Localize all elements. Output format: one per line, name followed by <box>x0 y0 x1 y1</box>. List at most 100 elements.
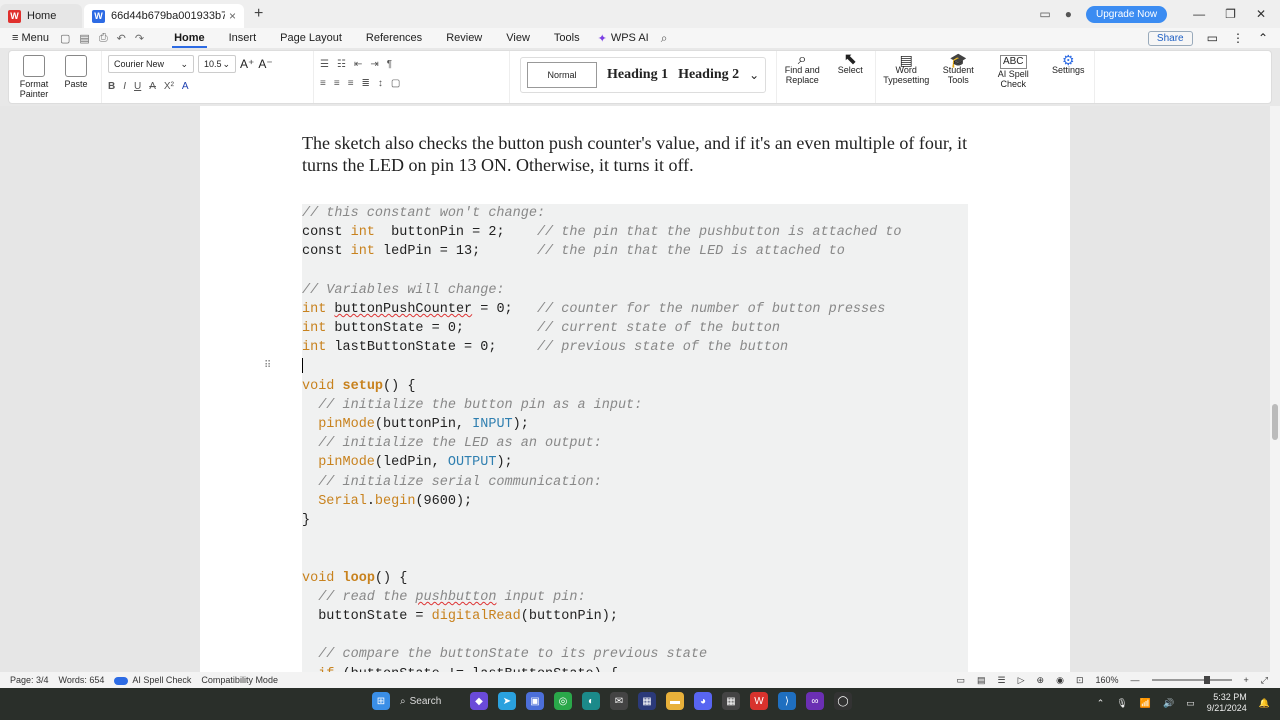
indent-increase-icon[interactable]: ⇥ <box>370 59 378 70</box>
document-area[interactable]: The sketch also checks the button push c… <box>0 106 1270 672</box>
open-icon[interactable]: ▢ <box>60 32 70 45</box>
zoom-slider[interactable] <box>1151 676 1232 684</box>
restore-icon[interactable]: ❐ <box>1225 7 1236 21</box>
print-layout-icon[interactable]: ▤ <box>977 675 986 686</box>
align-left-icon[interactable]: ≡ <box>320 78 326 89</box>
chrome-icon[interactable]: ◎ <box>554 692 572 710</box>
more-icon[interactable]: ⋮ <box>1232 31 1244 45</box>
page-indicator[interactable]: Page: 3/4 <box>10 675 49 685</box>
italic-icon[interactable]: I <box>123 81 126 92</box>
tab-tools[interactable]: Tools <box>542 28 592 48</box>
undo-icon[interactable]: ↶ <box>117 32 126 45</box>
style-normal[interactable]: Normal <box>527 62 597 88</box>
ai-spell-check-button[interactable]: ABC AI Spell Check <box>986 55 1040 89</box>
ai-spell-toggle[interactable]: AI Spell Check <box>114 675 191 685</box>
chevron-down-icon[interactable]: ⌄ <box>749 68 759 82</box>
microphone-icon[interactable]: 🎙 <box>1116 698 1127 709</box>
numbering-icon[interactable]: ☷ <box>337 59 346 70</box>
word-count[interactable]: Words: 654 <box>59 675 105 685</box>
vscode-icon[interactable]: ⟩ <box>778 692 796 710</box>
vertical-scrollbar[interactable] <box>1270 106 1280 672</box>
body-paragraph[interactable]: The sketch also checks the button push c… <box>302 132 974 176</box>
style-heading-1[interactable]: Heading 1 <box>607 67 668 83</box>
messenger-icon[interactable]: ✉ <box>610 692 628 710</box>
find-replace-button[interactable]: ⌕ Find and Replace <box>783 52 821 86</box>
folder-icon[interactable]: ▬ <box>666 692 684 710</box>
zoom-level[interactable]: 160% <box>1096 675 1119 685</box>
zoom-in-icon[interactable]: + <box>1244 675 1249 685</box>
font-name-select[interactable]: Courier New ⌄ <box>108 55 194 73</box>
battery-icon[interactable]: ▭ <box>1186 698 1195 709</box>
justify-icon[interactable]: ≣ <box>362 78 370 89</box>
redo-icon[interactable]: ↷ <box>135 32 144 45</box>
font-size-select[interactable]: 10.5 ⌄ <box>198 55 236 73</box>
volume-icon[interactable]: 🔊 <box>1163 698 1174 709</box>
tab-home[interactable]: W Home <box>0 4 82 28</box>
tab-home-ribbon[interactable]: Home <box>162 28 217 48</box>
strikethrough-icon[interactable]: A <box>149 81 156 92</box>
tab-page-layout[interactable]: Page Layout <box>268 28 354 48</box>
play-icon[interactable]: ▷ <box>1018 675 1025 686</box>
fit-page-icon[interactable]: ⊡ <box>1076 675 1084 686</box>
chevron-up-icon[interactable]: ⌃ <box>1097 698 1105 709</box>
border-icon[interactable]: ▢ <box>391 78 400 89</box>
tab-review[interactable]: Review <box>434 28 494 48</box>
wps-icon[interactable]: W <box>750 692 768 710</box>
fullscreen-icon[interactable]: ⤢ <box>1261 675 1268 686</box>
document-page[interactable]: The sketch also checks the button push c… <box>200 106 1070 672</box>
clock[interactable]: 5:32 PM 9/21/2024 <box>1207 692 1247 714</box>
word-typesetting-button[interactable]: ▤ Word Typesetting <box>882 53 930 85</box>
globe-icon[interactable]: ⊕ <box>1037 675 1045 686</box>
app-icon[interactable]: ▦ <box>722 692 740 710</box>
tab-references[interactable]: References <box>354 28 434 48</box>
tab-view[interactable]: View <box>494 28 542 48</box>
web-layout-icon[interactable]: ☰ <box>998 675 1006 686</box>
settings-button[interactable]: ⚙ Settings <box>1048 53 1088 75</box>
menu-button[interactable]: ≡ Menu <box>0 32 54 44</box>
close-window-icon[interactable]: ✕ <box>1256 7 1266 21</box>
taskbar-search[interactable]: ⌕ Search <box>400 696 460 707</box>
upgrade-button[interactable]: Upgrade Now <box>1086 5 1168 23</box>
print-icon[interactable]: ⎙ <box>99 32 108 45</box>
comment-icon[interactable]: ▭ <box>1207 31 1218 45</box>
style-heading-2[interactable]: Heading 2 <box>678 67 739 83</box>
share-button[interactable]: Share <box>1147 30 1193 46</box>
minimize-icon[interactable]: — <box>1193 7 1205 21</box>
format-painter-button[interactable]: Format Painter <box>15 55 53 99</box>
new-tab-button[interactable]: + <box>254 5 263 23</box>
superscript-icon[interactable]: X² <box>164 81 174 92</box>
wifi-icon[interactable]: 📶 <box>1140 698 1151 709</box>
save-icon[interactable]: ▤ <box>79 32 89 45</box>
tab-insert[interactable]: Insert <box>217 28 269 48</box>
align-center-icon[interactable]: ≡ <box>334 78 340 89</box>
read-mode-icon[interactable]: ▭ <box>957 675 966 686</box>
discord-icon[interactable]: ◕ <box>694 692 712 710</box>
code-block[interactable]: // this constant won't change: const int… <box>302 204 968 672</box>
notification-icon[interactable]: 🔔 <box>1259 698 1270 709</box>
telegram-icon[interactable]: ➤ <box>498 692 516 710</box>
app-icon[interactable]: ◯ <box>834 692 852 710</box>
grow-font-icon[interactable]: A⁺ <box>240 57 254 71</box>
collapse-icon[interactable]: ⌃ <box>1258 31 1268 45</box>
line-spacing-icon[interactable]: ↕ <box>378 78 383 89</box>
edge-icon[interactable]: ◐ <box>582 692 600 710</box>
underline-icon[interactable]: U <box>134 81 141 92</box>
close-tab-icon[interactable]: × <box>229 9 236 23</box>
align-right-icon[interactable]: ≡ <box>348 78 354 89</box>
eye-icon[interactable]: ◉ <box>1056 675 1064 686</box>
bullets-icon[interactable]: ☰ <box>320 59 329 70</box>
zoom-out-icon[interactable]: — <box>1131 675 1140 685</box>
windows-start-icon[interactable]: ⊞ <box>372 692 390 710</box>
drag-handle-icon[interactable]: ⠿ <box>264 360 271 371</box>
app-icon[interactable]: ▦ <box>638 692 656 710</box>
visual-studio-icon[interactable]: ∞ <box>806 692 824 710</box>
app-icon[interactable]: ▣ <box>526 692 544 710</box>
paragraph-mark-icon[interactable]: ¶ <box>387 59 392 70</box>
font-color-icon[interactable]: A <box>182 81 189 92</box>
student-tools-button[interactable]: 🎓 Student Tools <box>938 53 978 85</box>
wps-ai-button[interactable]: ✦ WPS AI <box>598 32 649 45</box>
bold-icon[interactable]: B <box>108 81 115 92</box>
copilot-icon[interactable]: ◆ <box>470 692 488 710</box>
shrink-font-icon[interactable]: A⁻ <box>258 57 272 71</box>
select-button[interactable]: ⬉ Select <box>831 52 869 76</box>
